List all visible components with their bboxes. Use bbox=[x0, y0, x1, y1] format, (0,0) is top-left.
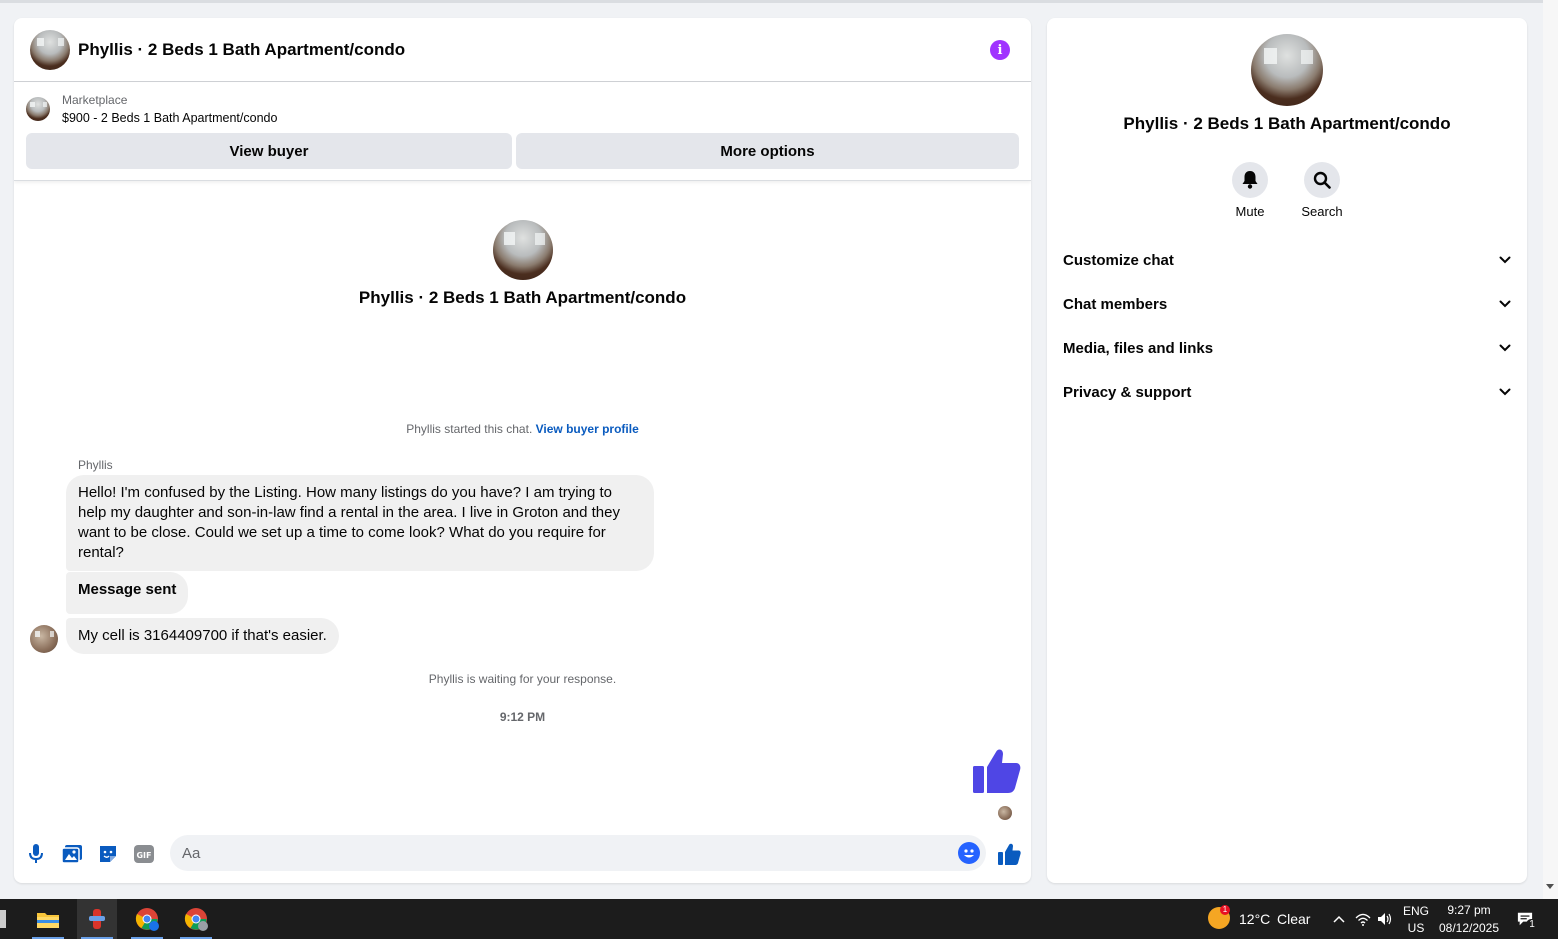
chevron-down-icon bbox=[1499, 344, 1511, 352]
scroll-down-arrow-icon[interactable] bbox=[1546, 884, 1554, 889]
intro-title: Phyllis · 2 Beds 1 Bath Apartment/condo bbox=[358, 288, 687, 307]
chat-title[interactable]: Phyllis · 2 Beds 1 Bath Apartment/condo bbox=[78, 40, 405, 60]
bell-icon[interactable] bbox=[1232, 162, 1268, 198]
view-buyer-button[interactable]: View buyer bbox=[26, 133, 512, 169]
message-timestamp: 9:12 PM bbox=[499, 710, 546, 724]
chat-panel: Phyllis · 2 Beds 1 Bath Apartment/condo … bbox=[14, 18, 1031, 883]
search-icon[interactable] bbox=[1304, 162, 1340, 198]
listing-avatar[interactable] bbox=[30, 29, 70, 70]
language-region[interactable]: US bbox=[1400, 921, 1432, 935]
sender-name: Phyllis bbox=[78, 458, 113, 472]
privacy-support-section[interactable]: Privacy & support bbox=[1063, 374, 1511, 410]
marketplace-bar: Marketplace $900 - 2 Beds 1 Bath Apartme… bbox=[14, 83, 1031, 181]
notification-count: 1 bbox=[1526, 919, 1538, 930]
chat-started-notice: Phyllis started this chat. View buyer pr… bbox=[14, 422, 1031, 436]
search-label: Search bbox=[1301, 204, 1343, 219]
message-bubble[interactable]: My cell is 3164409700 if that's easier. bbox=[66, 618, 339, 654]
photo-icon[interactable] bbox=[62, 844, 82, 864]
sticker-icon[interactable] bbox=[98, 844, 118, 864]
mute-label: Mute bbox=[1235, 204, 1265, 219]
conversation-info-panel: Phyllis · 2 Beds 1 Bath Apartment/condo … bbox=[1047, 18, 1527, 883]
file-explorer-icon[interactable] bbox=[28, 899, 68, 939]
windows-taskbar: 1 12°C Clear ENG US 9:27 pm 08/12/2025 1 bbox=[0, 899, 1558, 939]
listing-title[interactable]: $900 - 2 Beds 1 Bath Apartment/condo bbox=[62, 111, 277, 125]
intro-avatar[interactable] bbox=[493, 220, 553, 280]
search-action[interactable]: Search bbox=[1292, 162, 1352, 219]
chrome-icon[interactable] bbox=[127, 899, 167, 939]
chevron-down-icon bbox=[1499, 300, 1511, 308]
seen-avatar bbox=[998, 806, 1012, 820]
section-label: Chat members bbox=[1063, 295, 1168, 313]
listing-thumbnail[interactable] bbox=[26, 97, 50, 121]
more-options-button[interactable]: More options bbox=[516, 133, 1019, 169]
language-code[interactable]: ENG bbox=[1400, 904, 1432, 918]
page-scrollbar[interactable] bbox=[1543, 0, 1558, 899]
customize-chat-section[interactable]: Customize chat bbox=[1063, 242, 1511, 278]
thumbs-up-icon[interactable] bbox=[971, 746, 1021, 796]
chevron-down-icon bbox=[1499, 256, 1511, 264]
weather-alert-badge: 1 bbox=[1220, 905, 1230, 915]
section-label: Customize chat bbox=[1063, 251, 1174, 269]
side-avatar[interactable] bbox=[1251, 34, 1323, 106]
emoji-icon[interactable] bbox=[958, 842, 980, 864]
marketplace-label: Marketplace bbox=[62, 93, 128, 107]
chrome-profile-icon[interactable] bbox=[176, 899, 216, 939]
media-files-links-section[interactable]: Media, files and links bbox=[1063, 330, 1511, 366]
clock-date[interactable]: 08/12/2025 bbox=[1436, 921, 1502, 935]
sender-avatar[interactable] bbox=[30, 625, 58, 653]
composer: GIF bbox=[14, 834, 1031, 874]
top-border bbox=[0, 0, 1543, 3]
view-buyer-profile-link[interactable]: View buyer profile bbox=[536, 422, 639, 436]
start-icon[interactable] bbox=[0, 910, 6, 928]
volume-icon[interactable] bbox=[1377, 911, 1393, 927]
section-label: Media, files and links bbox=[1063, 339, 1214, 357]
microphone-icon[interactable] bbox=[26, 844, 46, 864]
weather-temp[interactable]: 12°C bbox=[1239, 911, 1270, 927]
info-icon[interactable]: i bbox=[990, 40, 1010, 60]
chat-started-text: Phyllis started this chat. bbox=[406, 422, 533, 436]
message-bubble[interactable]: Hello! I'm confused by the Listing. How … bbox=[66, 475, 654, 571]
clock-time[interactable]: 9:27 pm bbox=[1436, 903, 1502, 917]
message-input[interactable] bbox=[170, 835, 986, 871]
gif-label: GIF bbox=[136, 851, 151, 860]
waiting-notice: Phyllis is waiting for your response. bbox=[428, 672, 617, 686]
gif-icon[interactable]: GIF bbox=[134, 844, 154, 864]
chat-header: Phyllis · 2 Beds 1 Bath Apartment/condo … bbox=[14, 18, 1031, 82]
chevron-down-icon bbox=[1499, 388, 1511, 396]
send-like-icon[interactable] bbox=[997, 842, 1021, 866]
section-label: Privacy & support bbox=[1063, 383, 1192, 401]
chat-members-section[interactable]: Chat members bbox=[1063, 286, 1511, 322]
message-bubble[interactable]: Message sent bbox=[66, 572, 189, 614]
weather-desc[interactable]: Clear bbox=[1277, 911, 1310, 927]
wifi-icon[interactable] bbox=[1355, 911, 1371, 927]
mute-action[interactable]: Mute bbox=[1220, 162, 1280, 219]
chevron-up-icon[interactable] bbox=[1331, 911, 1347, 927]
taskbar-app-icon[interactable] bbox=[77, 899, 117, 939]
side-title: Phyllis · 2 Beds 1 Bath Apartment/condo bbox=[1123, 114, 1451, 133]
